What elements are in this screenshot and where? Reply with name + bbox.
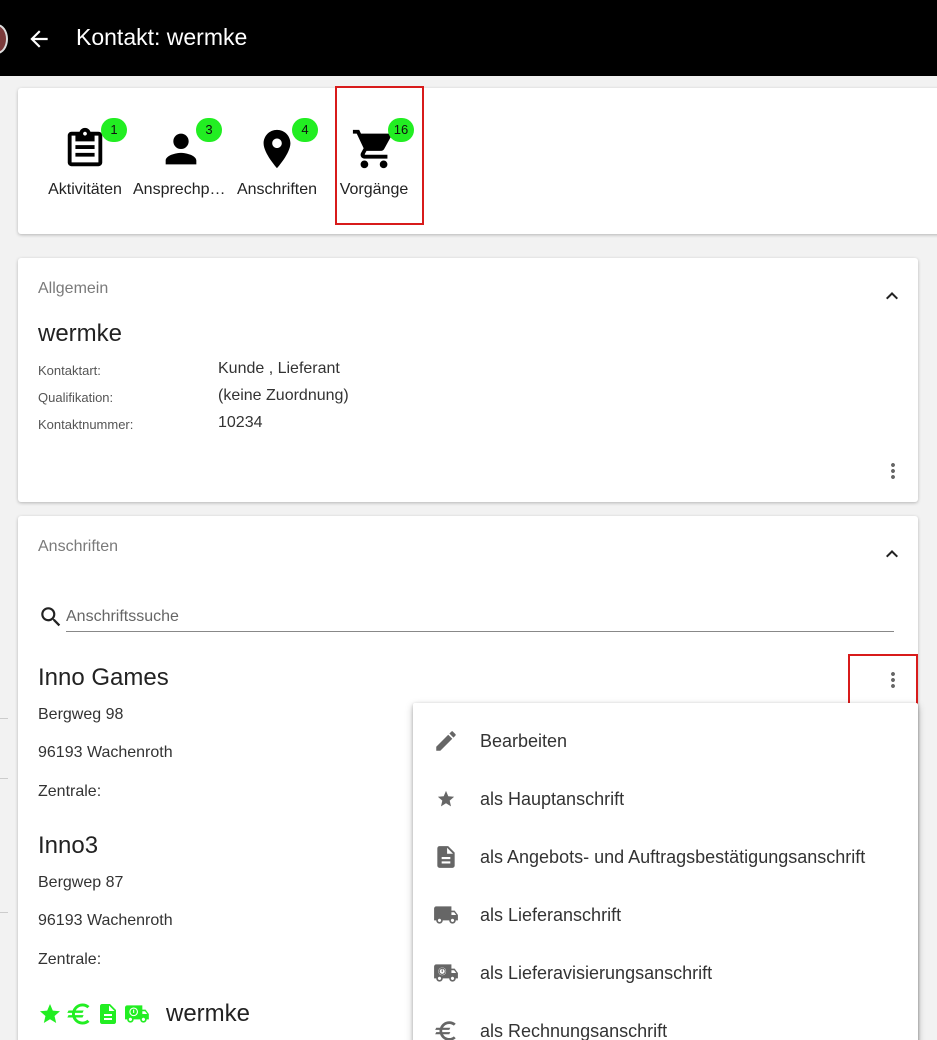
badge-anschriften: 4	[292, 118, 318, 142]
truck-notice-icon	[434, 964, 458, 982]
menu-item-label: als Rechnungsanschrift	[480, 1021, 668, 1040]
contact-name: wermke	[38, 320, 123, 347]
menu-item-label: als Hauptanschrift	[480, 789, 625, 809]
star-icon	[437, 790, 455, 807]
address-city: 96193 Wachenroth	[38, 744, 173, 761]
chevron-up-icon[interactable]	[880, 542, 904, 566]
address-zentrale: Zentrale:	[38, 951, 102, 968]
more-vert-icon[interactable]	[881, 459, 905, 483]
contact-nav-bar: 1 Aktivitäten 3 Ansprechpartner 4 Anschr…	[18, 86, 937, 234]
menu-item-label: als Angebots- und Auftragsbestätigungsan…	[480, 847, 866, 867]
badge-vorgaenge: 16	[388, 118, 414, 142]
general-section: Allgemein wermke Kontaktart: Kunde , Lie…	[18, 258, 918, 502]
address-search	[38, 600, 894, 634]
search-input[interactable]	[66, 602, 894, 632]
back-button[interactable]	[24, 24, 54, 54]
field-value: 10234	[218, 414, 263, 431]
field-label: Kontaktnummer:	[38, 417, 134, 432]
nav-anschriften[interactable]: 4 Anschriften	[232, 118, 322, 204]
arrow-back-icon	[30, 30, 48, 48]
field-value: (keine Zuordnung)	[218, 387, 349, 404]
menu-item-bearbeiten[interactable]: Bearbeiten	[413, 713, 918, 769]
nav-label: Vorgänge	[339, 181, 409, 198]
nav-aktivitaeten[interactable]: 1 Aktivitäten	[42, 118, 128, 204]
nav-label: Ansprechpartner	[133, 181, 229, 198]
field-kontaktnummer: Kontaktnummer: 10234	[38, 414, 638, 436]
euro-icon	[67, 1003, 90, 1025]
menu-item-rechnungsanschrift[interactable]: als Rechnungsanschrift	[413, 1003, 918, 1040]
menu-item-angebotsanschrift[interactable]: als Angebots- und Auftragsbestätigungsan…	[413, 829, 918, 885]
menu-item-hauptanschrift[interactable]: als Hauptanschrift	[413, 771, 918, 827]
menu-item-label: Bearbeiten	[480, 731, 568, 751]
document-icon	[100, 1004, 116, 1024]
field-label: Kontaktart:	[38, 363, 101, 378]
field-kontaktart: Kontaktart: Kunde , Lieferant	[38, 360, 638, 382]
nav-vorgaenge[interactable]: 16 Vorgänge	[333, 118, 415, 204]
menu-item-lieferanschrift[interactable]: als Lieferanschrift	[413, 887, 918, 943]
badge-ansprechpartner: 3	[196, 118, 222, 142]
more-vert-icon[interactable]	[881, 668, 905, 692]
truck-icon	[434, 906, 458, 924]
section-title: Anschriften	[38, 538, 119, 555]
divider	[0, 912, 8, 913]
euro-icon	[435, 1021, 456, 1040]
chevron-up-icon[interactable]	[880, 284, 904, 308]
field-value: Kunde , Lieferant	[218, 360, 340, 377]
address-city: 96193 Wachenroth	[38, 912, 173, 929]
address-street: Bergweg 98	[38, 706, 124, 723]
address-tags: wermke	[38, 998, 250, 1030]
pencil-icon	[436, 731, 456, 751]
badge-aktivitaeten: 1	[101, 118, 127, 142]
menu-item-lieferavisierungsanschrift[interactable]: als Lieferavisierungsanschrift	[413, 945, 918, 1001]
menu-item-label: als Lieferavisierungsanschrift	[480, 963, 713, 983]
document-icon	[437, 846, 455, 868]
nav-ansprechpartner[interactable]: 3 Ansprechpartner	[133, 118, 229, 204]
address-street: Bergwep 87	[38, 874, 124, 891]
truck-notice-icon	[125, 1005, 149, 1023]
address-name: wermke	[166, 1000, 251, 1027]
address-context-menu: Bearbeiten als Hauptanschrift als Angebo…	[413, 703, 918, 1040]
address-name: Inno3	[38, 832, 99, 859]
section-title: Allgemein	[38, 280, 109, 297]
divider	[0, 778, 8, 779]
nav-label: Anschriften	[236, 181, 318, 198]
avatar[interactable]	[0, 24, 8, 54]
address-zentrale: Zentrale:	[38, 783, 102, 800]
divider	[0, 718, 8, 719]
star-icon	[40, 1004, 60, 1023]
search-icon	[41, 607, 61, 627]
menu-item-label: als Lieferanschrift	[480, 905, 622, 925]
app-header: Kontakt: wermke	[0, 0, 937, 76]
field-qualifikation: Qualifikation: (keine Zuordnung)	[38, 387, 638, 409]
page-title: Kontakt: wermke	[76, 24, 248, 50]
nav-label: Aktivitäten	[48, 181, 122, 198]
field-label: Qualifikation:	[38, 390, 114, 405]
address-name: Inno Games	[38, 664, 169, 691]
